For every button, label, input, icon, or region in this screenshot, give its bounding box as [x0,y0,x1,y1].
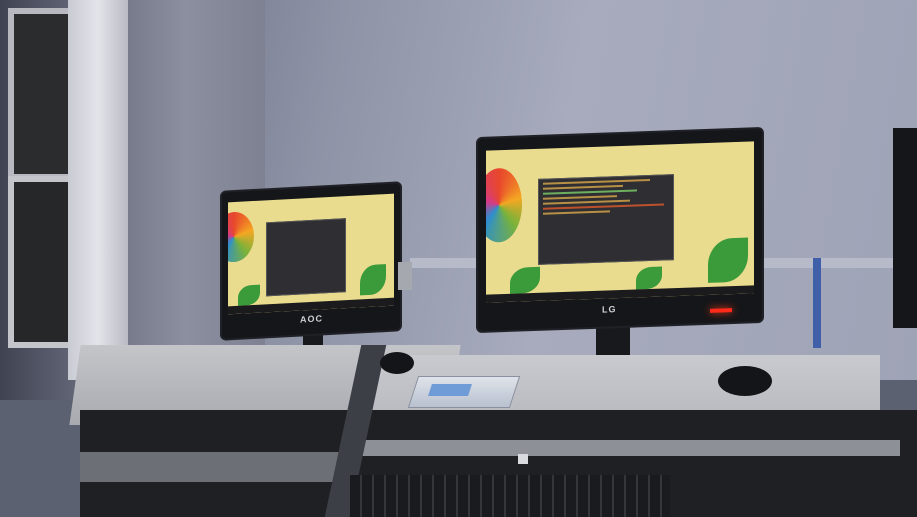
terminal-text-line [543,199,631,205]
monitor-brand: AOC [300,313,323,325]
terminal-text-line [543,184,624,190]
terminal-text-line [543,203,664,210]
desk-clip [518,454,528,464]
network-cable [813,258,821,348]
terminal-text-line [543,210,610,215]
keyboard-drawer [80,452,340,482]
terminal-window[interactable] [538,174,674,265]
monitor-side-device [398,262,412,290]
power-led [710,308,732,313]
monitor-brand: LG [602,304,617,315]
cabinet-frame [68,0,128,380]
desk-edge [360,440,900,456]
left-monitor-screen[interactable] [228,193,394,315]
disc-case-label [428,384,472,396]
wallpaper-leaf [510,266,540,294]
right-mouse[interactable] [718,366,772,396]
terminal-text-line [543,178,651,185]
left-monitor: AOC [222,183,400,339]
keyboard[interactable] [350,475,670,517]
left-mouse[interactable] [380,352,414,374]
partial-monitor-right [893,128,917,328]
wallpaper-leaf [238,284,260,306]
wallpaper-leaf [708,237,748,283]
wallpaper-sun-graphic [486,167,522,244]
terminal-text-line [543,195,617,200]
wallpaper-sun-graphic [228,210,254,264]
dialog-window[interactable] [266,218,346,297]
right-monitor: LG [478,129,762,331]
wallpaper-leaf [360,264,386,296]
terminal-text-line [543,189,637,195]
right-monitor-screen[interactable] [486,141,754,303]
wallpaper-leaf [636,266,662,290]
